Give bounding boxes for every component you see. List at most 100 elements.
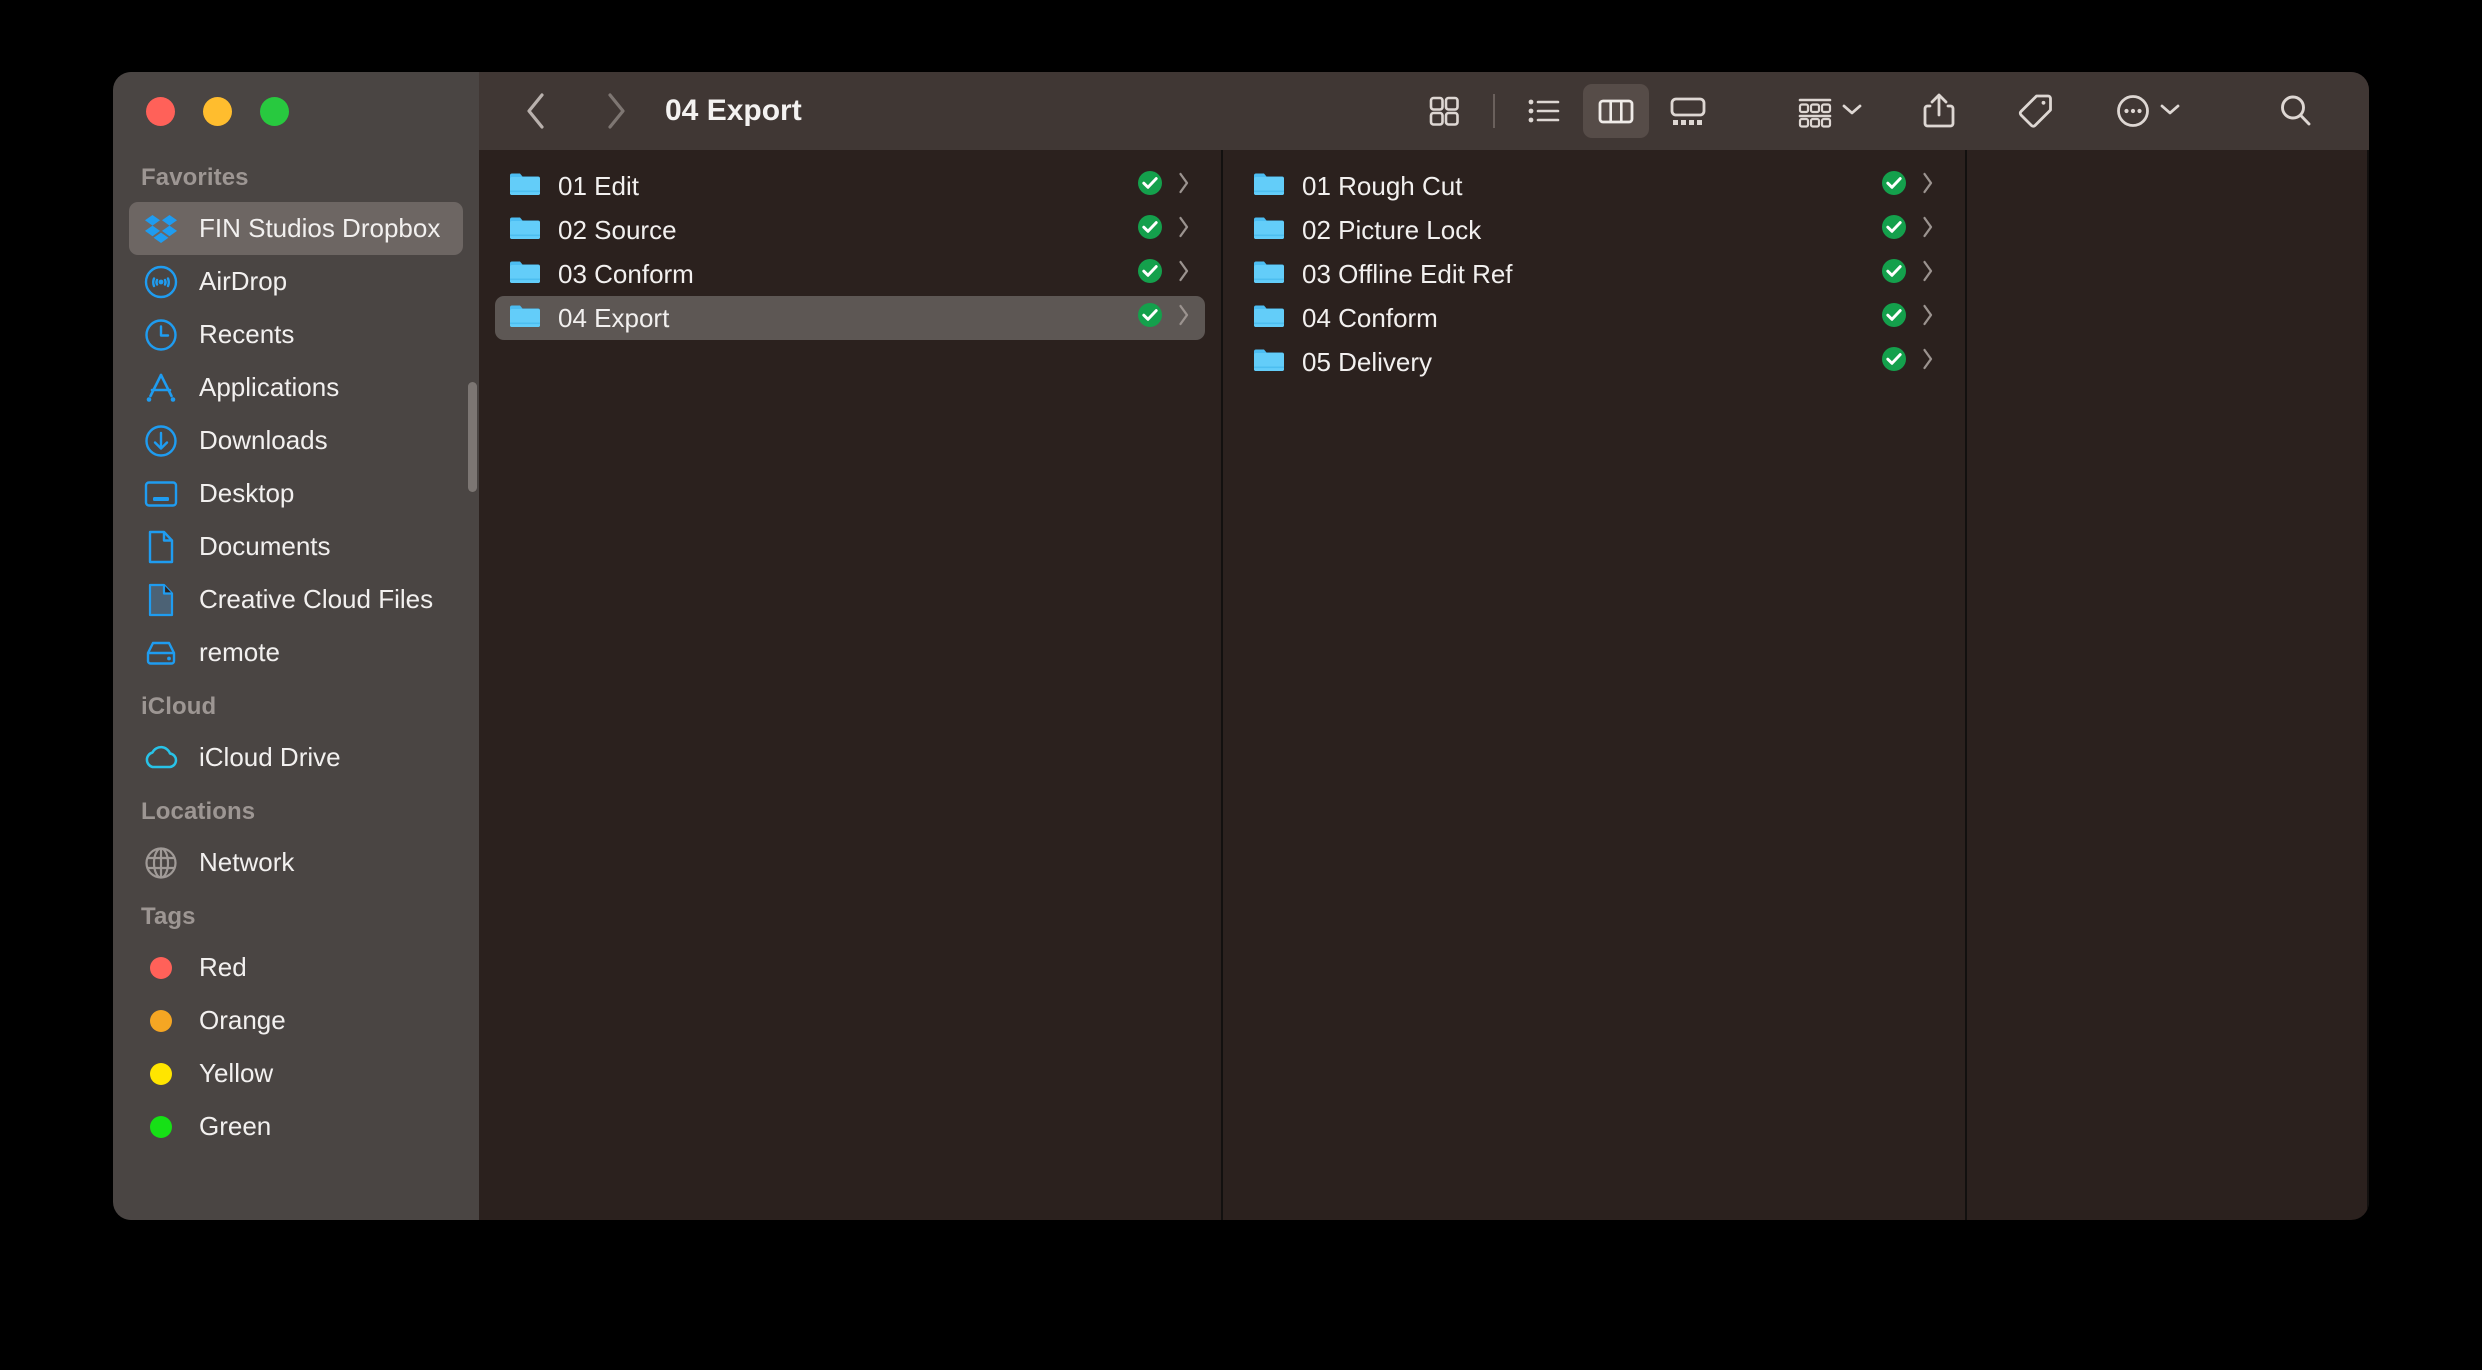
sidebar: Favorites FIN Studios Dropbox AirDrop Re… xyxy=(113,72,479,1220)
zoom-button[interactable] xyxy=(260,96,289,126)
file-row[interactable]: 03 Conform xyxy=(495,252,1205,296)
sync-status-icon xyxy=(1137,302,1163,335)
forward-button[interactable] xyxy=(589,84,643,138)
chevron-right-icon[interactable] xyxy=(1921,171,1937,202)
chevron-right-icon[interactable] xyxy=(1177,171,1193,202)
close-button[interactable] xyxy=(146,96,175,126)
sync-status-icon xyxy=(1137,214,1163,247)
sidebar-item-label: Downloads xyxy=(199,425,328,455)
file-row[interactable]: 02 Picture Lock xyxy=(1239,208,1949,252)
sidebar-item-label: FIN Studios Dropbox xyxy=(199,213,441,243)
back-button[interactable] xyxy=(509,84,563,138)
sidebar-item-icloud-drive[interactable]: iCloud Drive xyxy=(129,731,463,784)
file-row-label: 03 Offline Edit Ref xyxy=(1302,258,1513,289)
column-3 xyxy=(1967,150,2369,1220)
sidebar-item-red[interactable]: Red xyxy=(129,941,463,994)
chevron-down-icon xyxy=(2159,102,2181,121)
folder-icon xyxy=(509,258,541,291)
sidebar-item-downloads[interactable]: Downloads xyxy=(129,414,463,467)
sidebar-item-desktop[interactable]: Desktop xyxy=(129,467,463,520)
sync-status-icon xyxy=(1881,214,1907,247)
file-row[interactable]: 05 Delivery xyxy=(1239,340,1949,384)
sidebar-item-label: remote xyxy=(199,637,280,667)
tag-dot xyxy=(141,950,181,986)
sidebar-item-remote[interactable]: remote xyxy=(129,626,463,679)
sidebar-item-green[interactable]: Green xyxy=(129,1100,463,1153)
sync-status-icon xyxy=(1881,170,1907,203)
tag-dot xyxy=(141,1003,181,1039)
view-mode-group xyxy=(1411,84,1721,138)
file-row[interactable]: 01 Edit xyxy=(495,164,1205,208)
sidebar-item-label: AirDrop xyxy=(199,266,288,296)
sidebar-section-header: Locations xyxy=(141,798,256,825)
file-row[interactable]: 03 Offline Edit Ref xyxy=(1239,252,1949,296)
tag-dot xyxy=(141,1109,181,1145)
airdrop-icon xyxy=(141,264,181,300)
sidebar-item-documents[interactable]: Documents xyxy=(129,520,463,573)
column-2: 01 Rough Cut 02 Picture Lock 03 Offline … xyxy=(1223,150,1967,1220)
sidebar-item-label: Red xyxy=(199,952,247,982)
sidebar-item-label: Yellow xyxy=(199,1058,274,1088)
folder-icon xyxy=(1253,302,1285,335)
share-button[interactable] xyxy=(1915,84,1963,138)
search-button[interactable] xyxy=(2271,84,2321,138)
drive-icon xyxy=(141,635,181,671)
file-row-label: 04 Export xyxy=(558,302,670,333)
sidebar-item-network[interactable]: Network xyxy=(129,836,463,889)
toolbar: 04 Export xyxy=(479,72,2369,150)
sidebar-item-label: Green xyxy=(199,1111,272,1141)
sync-status-icon xyxy=(1137,170,1163,203)
chevron-right-icon[interactable] xyxy=(1921,259,1937,290)
sidebar-item-applications[interactable]: Applications xyxy=(129,361,463,414)
sidebar-section-header: Tags xyxy=(141,903,196,930)
file-row[interactable]: 01 Rough Cut xyxy=(1239,164,1949,208)
chevron-right-icon[interactable] xyxy=(1921,347,1937,378)
desktop-icon xyxy=(141,476,181,512)
group-by-button[interactable] xyxy=(1789,84,1869,138)
file-row-label: 04 Conform xyxy=(1302,302,1438,333)
sync-status-icon xyxy=(1881,346,1907,379)
sidebar-item-creative-cloud-files[interactable]: Creative Cloud Files xyxy=(129,573,463,626)
file-row[interactable]: 04 Conform xyxy=(1239,296,1949,340)
sidebar-item-label: Orange xyxy=(199,1005,286,1035)
file-row[interactable]: 04 Export xyxy=(495,296,1205,340)
column-view-button[interactable] xyxy=(1583,84,1649,138)
folder-icon xyxy=(509,302,541,335)
icon-view-button[interactable] xyxy=(1411,84,1477,138)
tags-button[interactable] xyxy=(2009,84,2061,138)
tag-dot xyxy=(141,1056,181,1092)
list-view-button[interactable] xyxy=(1511,84,1577,138)
cloud-icon xyxy=(141,740,181,776)
chevron-right-icon[interactable] xyxy=(1921,303,1937,334)
chevron-right-icon[interactable] xyxy=(1177,303,1193,334)
chevron-right-icon[interactable] xyxy=(1177,259,1193,290)
window-controls xyxy=(113,72,479,150)
folder-icon xyxy=(509,214,541,247)
sidebar-item-yellow[interactable]: Yellow xyxy=(129,1047,463,1100)
sidebar-item-label: Recents xyxy=(199,319,295,349)
file-row[interactable]: 02 Source xyxy=(495,208,1205,252)
folder-icon xyxy=(509,170,541,203)
sidebar-scrollbar[interactable] xyxy=(468,382,477,492)
chevron-down-icon xyxy=(1841,102,1863,121)
applications-icon xyxy=(141,370,181,406)
gallery-view-button[interactable] xyxy=(1655,84,1721,138)
sidebar-item-label: Desktop xyxy=(199,478,295,508)
folder-icon xyxy=(1253,214,1285,247)
chevron-right-icon[interactable] xyxy=(1921,215,1937,246)
finder-window: Favorites FIN Studios Dropbox AirDrop Re… xyxy=(113,72,2369,1220)
sidebar-list: Favorites FIN Studios Dropbox AirDrop Re… xyxy=(113,150,479,1153)
column-1: 01 Edit 02 Source 03 Conform 04 Export xyxy=(479,150,1223,1220)
sidebar-item-airdrop[interactable]: AirDrop xyxy=(129,255,463,308)
chevron-right-icon[interactable] xyxy=(1177,215,1193,246)
sidebar-section-header: Favorites xyxy=(141,164,249,191)
toolbar-divider xyxy=(1493,94,1495,128)
file-row-label: 01 Rough Cut xyxy=(1302,170,1463,201)
folder-icon xyxy=(1253,170,1285,203)
minimize-button[interactable] xyxy=(203,96,232,126)
sidebar-item-fin-studios-dropbox[interactable]: FIN Studios Dropbox xyxy=(129,202,463,255)
more-button[interactable] xyxy=(2107,84,2187,138)
sidebar-item-orange[interactable]: Orange xyxy=(129,994,463,1047)
clock-icon xyxy=(141,317,181,353)
sidebar-item-recents[interactable]: Recents xyxy=(129,308,463,361)
